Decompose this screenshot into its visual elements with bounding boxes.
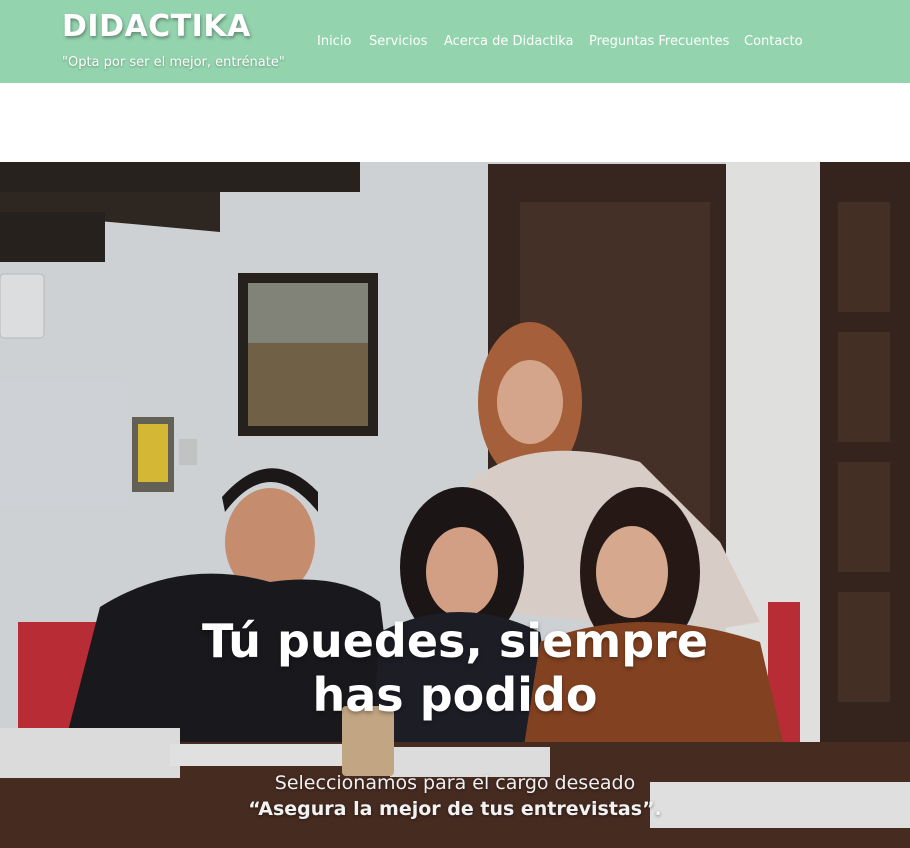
- site-logo-title[interactable]: DIDACTIKA: [62, 9, 251, 44]
- site-header: DIDACTIKA "Opta por ser el mejor, entrén…: [0, 0, 910, 83]
- nav-item-contacto[interactable]: Contacto: [744, 34, 803, 49]
- hero-banner: Tú puedes, siempre has podido Selecciona…: [0, 162, 910, 848]
- hero-headline-line1: Tú puedes, siempre: [201, 614, 709, 668]
- hero-headline: Tú puedes, siempre has podido: [0, 614, 910, 722]
- hero-subtitle: Seleccionamos para el cargo deseado: [274, 772, 636, 794]
- nav-item-preguntas[interactable]: Preguntas Frecuentes: [589, 34, 729, 49]
- nav-item-inicio[interactable]: Inicio: [317, 34, 351, 49]
- hero-photo: [0, 162, 910, 848]
- nav-item-acerca[interactable]: Acerca de Didactika: [444, 34, 573, 49]
- hero-quote: “Asegura la mejor de tus entrevistas”.: [248, 798, 662, 820]
- nav-item-servicios[interactable]: Servicios: [369, 34, 427, 49]
- site-tagline: "Opta por ser el mejor, entrénate": [62, 55, 285, 70]
- hero-headline-line2: has podido: [312, 668, 598, 722]
